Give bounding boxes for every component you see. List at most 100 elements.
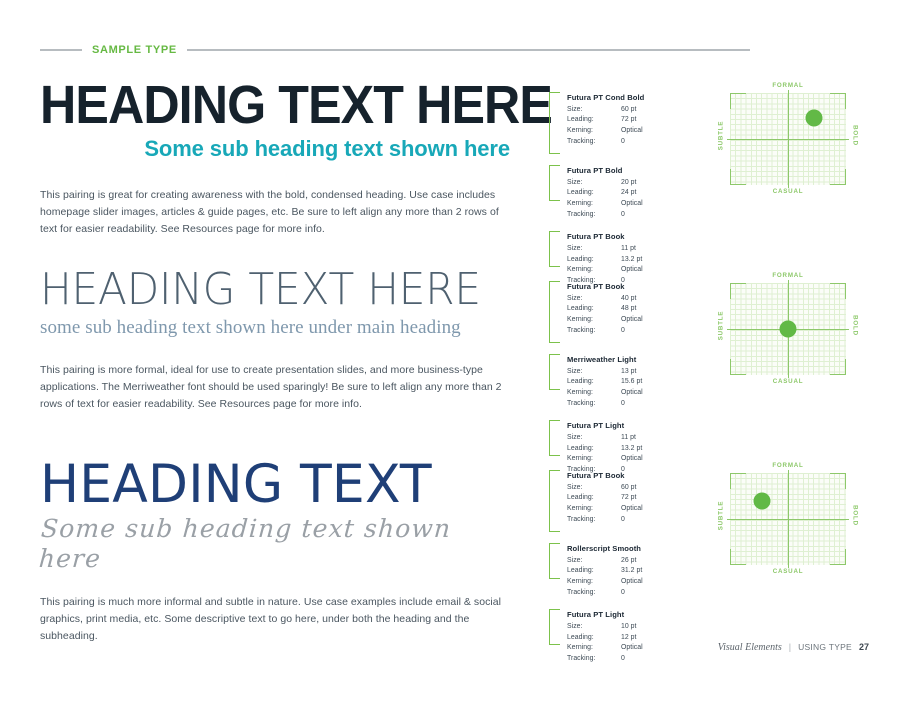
tracking-label: Tracking: — [567, 654, 596, 662]
chart-corner-br — [830, 169, 846, 185]
kerning-label: Kerning: — [567, 266, 593, 274]
axis-label-subtle: SUBTLE — [717, 500, 725, 531]
type-specimen-1: HEADING TEXT HERE Some sub heading text … — [40, 78, 553, 238]
leading-label: Leading: — [567, 444, 594, 452]
tracking-label: Tracking: — [567, 210, 596, 218]
chart-corner-tl — [730, 283, 746, 299]
kerning-label: Kerning: — [567, 644, 593, 652]
chart-position-dot — [805, 109, 823, 127]
size-label: Size: — [567, 294, 583, 302]
tracking-value: 0 — [621, 654, 625, 662]
specimen-3-heading: HEADING TEXT — [40, 454, 432, 515]
specimen-3-subheading: Some sub heading text shown here — [37, 514, 453, 573]
leading-value: 12 pt — [621, 633, 637, 641]
footer-divider: | — [788, 642, 792, 652]
size-label: Size: — [567, 178, 583, 186]
tracking-label: Tracking: — [567, 588, 596, 596]
axis-label-bold: BOLD — [851, 315, 859, 336]
axis-label-bold: BOLD — [851, 125, 859, 146]
tracking-label: Tracking: — [567, 399, 596, 407]
specimen-3-body: This pairing is much more informal and s… — [40, 596, 502, 642]
type-specimen-3: HEADING TEXT Some sub heading text shown… — [37, 454, 510, 645]
chart-corner-tr — [830, 93, 846, 109]
tracking-label: Tracking: — [567, 515, 596, 523]
kerning-value: Optical — [621, 504, 643, 512]
bracket-icon — [549, 92, 560, 154]
axis-label-casual: CASUAL — [772, 568, 804, 575]
size-value: 11 pt — [621, 244, 636, 252]
section-title-rule: SAMPLE TYPE — [40, 41, 750, 59]
font-name: Futura PT Bold — [567, 166, 623, 175]
chart-corner-tr — [830, 473, 846, 489]
bracket-icon — [549, 470, 560, 532]
tracking-value: 0 — [621, 588, 625, 596]
tone-quadrant-chart-2: FORMAL CASUAL SUBTLE BOLD — [712, 270, 864, 388]
leading-label: Leading: — [567, 494, 594, 502]
axis-label-formal: FORMAL — [772, 462, 804, 469]
bracket-icon — [549, 354, 560, 390]
size-value: 13 pt — [621, 367, 637, 375]
kerning-label: Kerning: — [567, 577, 593, 585]
leading-value: 72 pt — [621, 116, 637, 124]
axis-label-subtle: SUBTLE — [717, 310, 725, 341]
font-name: Futura PT Light — [567, 610, 625, 620]
size-label: Size: — [567, 622, 583, 630]
kerning-value: Optical — [621, 577, 643, 585]
leading-value: 13.2 pt — [621, 255, 643, 263]
leading-value: 31.2 pt — [621, 567, 643, 575]
specimen-2-body: This pairing is more formal, ideal for u… — [40, 363, 502, 410]
kerning-value: Optical — [621, 644, 643, 652]
tracking-value: 0 — [621, 210, 625, 218]
bracket-icon — [549, 543, 560, 579]
leading-value: 24 pt — [621, 189, 637, 197]
leading-label: Leading: — [567, 305, 594, 313]
chart-axis-horizontal — [727, 518, 849, 520]
chart-corner-br — [830, 549, 846, 565]
size-value: 26 pt — [621, 556, 637, 564]
specimen-2-font-specs: Futura PT Book Size: 40 pt Leading: 48 p… — [549, 281, 699, 476]
axis-label-casual: CASUAL — [772, 188, 804, 195]
size-value: 60 pt — [621, 483, 637, 491]
axis-label-bold: BOLD — [851, 505, 859, 526]
leading-label: Leading: — [567, 378, 594, 386]
specimen-1-body: This pairing is great for creating aware… — [40, 188, 499, 235]
leading-value: 15.6 pt — [621, 378, 643, 386]
font-spec-row: Merriweather Light Size: 13 pt Leading: … — [549, 354, 699, 409]
specimen-3-font-specs: Futura PT Book Size: 60 pt Leading: 72 p… — [549, 470, 699, 665]
size-label: Size: — [567, 105, 583, 113]
tracking-value: 0 — [621, 515, 625, 523]
font-name: Merriweather Light — [567, 355, 637, 364]
leading-label: Leading: — [567, 189, 594, 197]
font-spec-row: Futura PT Book Size: 11 pt Leading: 13.2… — [549, 231, 699, 286]
bracket-icon — [549, 165, 560, 201]
size-value: 40 pt — [621, 294, 637, 302]
kerning-label: Kerning: — [567, 126, 593, 134]
chart-corner-tl — [730, 93, 746, 109]
chart-corner-br — [830, 359, 846, 375]
font-name: Futura PT Cond Bold — [567, 93, 645, 102]
specimen-1-font-specs: Futura PT Cond Bold Size: 60 pt Leading:… — [549, 92, 699, 287]
chart-corner-bl — [730, 169, 746, 185]
leading-label: Leading: — [567, 255, 594, 263]
leading-value: 72 pt — [621, 494, 637, 502]
page-canvas: SAMPLE TYPE HEADING TEXT HERE Some sub h… — [0, 0, 909, 703]
bracket-icon — [549, 281, 560, 343]
axis-label-subtle: SUBTLE — [717, 120, 725, 151]
chart-position-dot — [779, 320, 797, 338]
size-value: 11 pt — [621, 433, 636, 441]
font-spec-row: Futura PT Light Size: 11 pt Leading: 13.… — [549, 420, 699, 475]
leading-label: Leading: — [567, 567, 594, 575]
specimen-2-subheading: some sub heading text shown here under m… — [40, 317, 461, 338]
size-value: 10 pt — [621, 622, 637, 630]
chart-corner-bl — [730, 359, 746, 375]
kerning-value: Optical — [621, 315, 643, 323]
bracket-icon — [549, 609, 560, 646]
font-name: Rollerscript Smooth — [567, 544, 642, 553]
size-label: Size: — [567, 244, 583, 252]
size-value: 20 pt — [621, 178, 637, 186]
size-value: 60 pt — [621, 105, 637, 113]
font-spec-row: Futura PT Bold Size: 20 pt Leading: 24 p… — [549, 165, 699, 220]
font-spec-row: Futura PT Book Size: 60 pt Leading: 72 p… — [549, 470, 699, 532]
kerning-value: Optical — [621, 388, 643, 396]
font-spec-row: Futura PT Cond Bold Size: 60 pt Leading:… — [549, 92, 699, 154]
